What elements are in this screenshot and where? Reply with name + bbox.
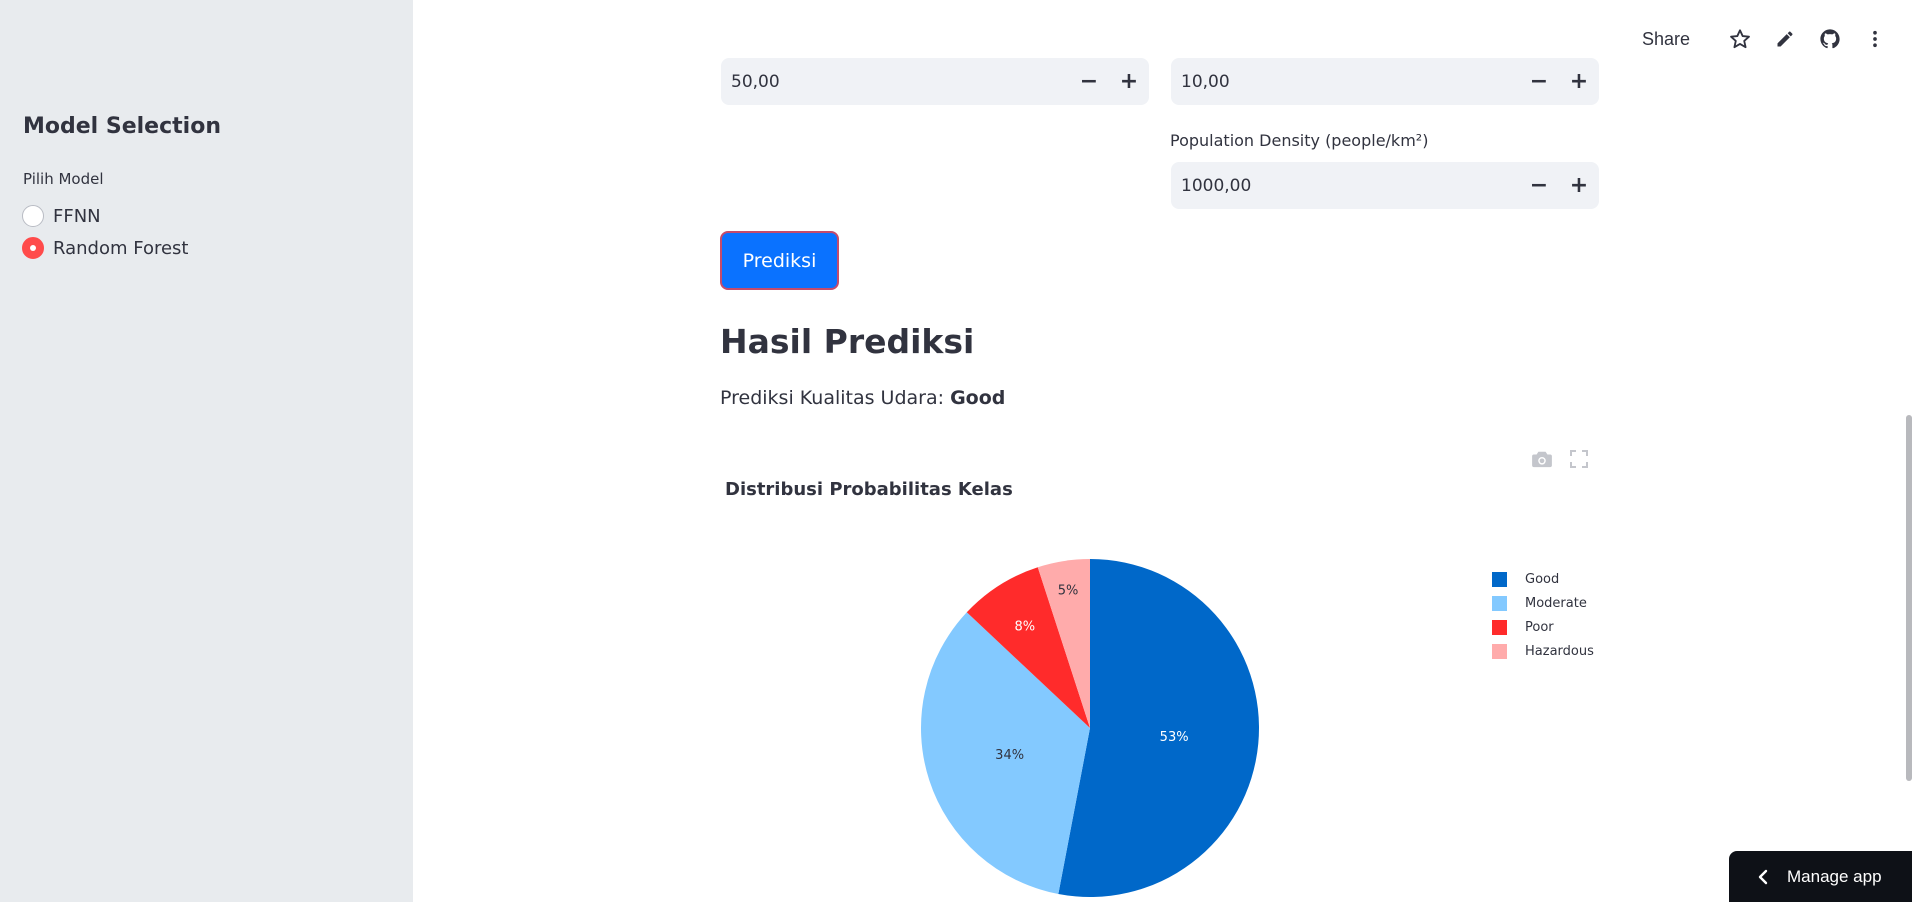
number-input-right[interactable]: 10,00 − +	[1171, 58, 1599, 105]
population-density-value[interactable]: 1000,00	[1171, 176, 1519, 196]
camera-icon[interactable]	[1529, 448, 1555, 470]
github-icon[interactable]	[1817, 26, 1843, 52]
prediction-result-value: Good	[950, 387, 1006, 409]
chart-title: Distribusi Probabilitas Kelas	[725, 479, 1013, 500]
increment-button[interactable]: +	[1559, 58, 1599, 105]
decrement-button[interactable]: −	[1069, 58, 1109, 105]
legend-item-good[interactable]: Good	[1492, 567, 1594, 591]
increment-button[interactable]: +	[1109, 58, 1149, 105]
radio-option-ffnn[interactable]: FFNN	[22, 204, 101, 228]
legend-item-hazardous[interactable]: Hazardous	[1492, 639, 1594, 663]
share-button[interactable]: Share	[1642, 29, 1690, 50]
pie-slice-hazardous[interactable]	[1037, 559, 1090, 728]
pie-label-good: 53%	[1160, 730, 1189, 745]
prediction-result: Prediksi Kualitas Udara: Good	[720, 387, 1005, 409]
number-input-left[interactable]: 50,00 − +	[721, 58, 1149, 105]
chevron-left-icon	[1757, 869, 1769, 885]
chart-legend: Good Moderate Poor Hazardous	[1492, 567, 1594, 663]
more-vertical-icon[interactable]	[1862, 26, 1888, 52]
decrement-button[interactable]: −	[1519, 162, 1559, 209]
star-icon[interactable]	[1727, 26, 1753, 52]
chart-toolbar	[1529, 448, 1603, 470]
manage-app-button[interactable]: Manage app	[1729, 851, 1912, 902]
header-toolbar: Share	[1642, 22, 1888, 56]
pie-slice-good[interactable]	[1058, 559, 1260, 897]
model-radio-label: Pilih Model	[23, 170, 104, 188]
radio-button-ffnn[interactable]	[22, 205, 44, 227]
population-density-label: Population Density (people/km²)	[1170, 131, 1429, 150]
population-density-input[interactable]: 1000,00 − +	[1171, 162, 1599, 209]
pie-label-moderate: 34%	[995, 748, 1024, 763]
predict-button[interactable]: Prediksi	[720, 231, 839, 290]
number-input-right-value[interactable]: 10,00	[1171, 72, 1519, 92]
pie-label-hazardous: 5%	[1058, 583, 1079, 598]
legend-swatch	[1492, 595, 1507, 611]
decrement-button[interactable]: −	[1519, 58, 1559, 105]
legend-swatch	[1492, 619, 1507, 635]
scrollbar-thumb[interactable]	[1906, 415, 1912, 781]
legend-label: Moderate	[1525, 595, 1587, 611]
legend-swatch	[1492, 643, 1507, 659]
legend-item-moderate[interactable]: Moderate	[1492, 591, 1594, 615]
prediction-result-prefix: Prediksi Kualitas Udara:	[720, 387, 951, 409]
legend-swatch	[1492, 571, 1507, 587]
pie-label-poor: 8%	[1014, 619, 1035, 634]
fullscreen-icon[interactable]	[1566, 448, 1592, 470]
radio-label-ffnn: FFNN	[53, 205, 101, 227]
pie-slice-moderate[interactable]	[921, 612, 1090, 895]
increment-button[interactable]: +	[1559, 162, 1599, 209]
radio-button-random-forest[interactable]	[22, 237, 44, 259]
legend-label: Hazardous	[1525, 643, 1594, 659]
sidebar-title: Model Selection	[23, 114, 221, 139]
legend-label: Good	[1525, 571, 1560, 587]
number-input-left-value[interactable]: 50,00	[721, 72, 1069, 92]
sidebar: Model Selection Pilih Model FFNN Random …	[0, 0, 413, 902]
radio-option-random-forest[interactable]: Random Forest	[22, 236, 188, 260]
pie-slice-poor[interactable]	[966, 567, 1090, 728]
pencil-icon[interactable]	[1772, 26, 1798, 52]
radio-label-random-forest: Random Forest	[53, 237, 189, 259]
legend-item-poor[interactable]: Poor	[1492, 615, 1594, 639]
result-heading: Hasil Prediksi	[720, 322, 975, 361]
manage-app-label: Manage app	[1787, 866, 1882, 886]
legend-label: Poor	[1525, 619, 1554, 635]
